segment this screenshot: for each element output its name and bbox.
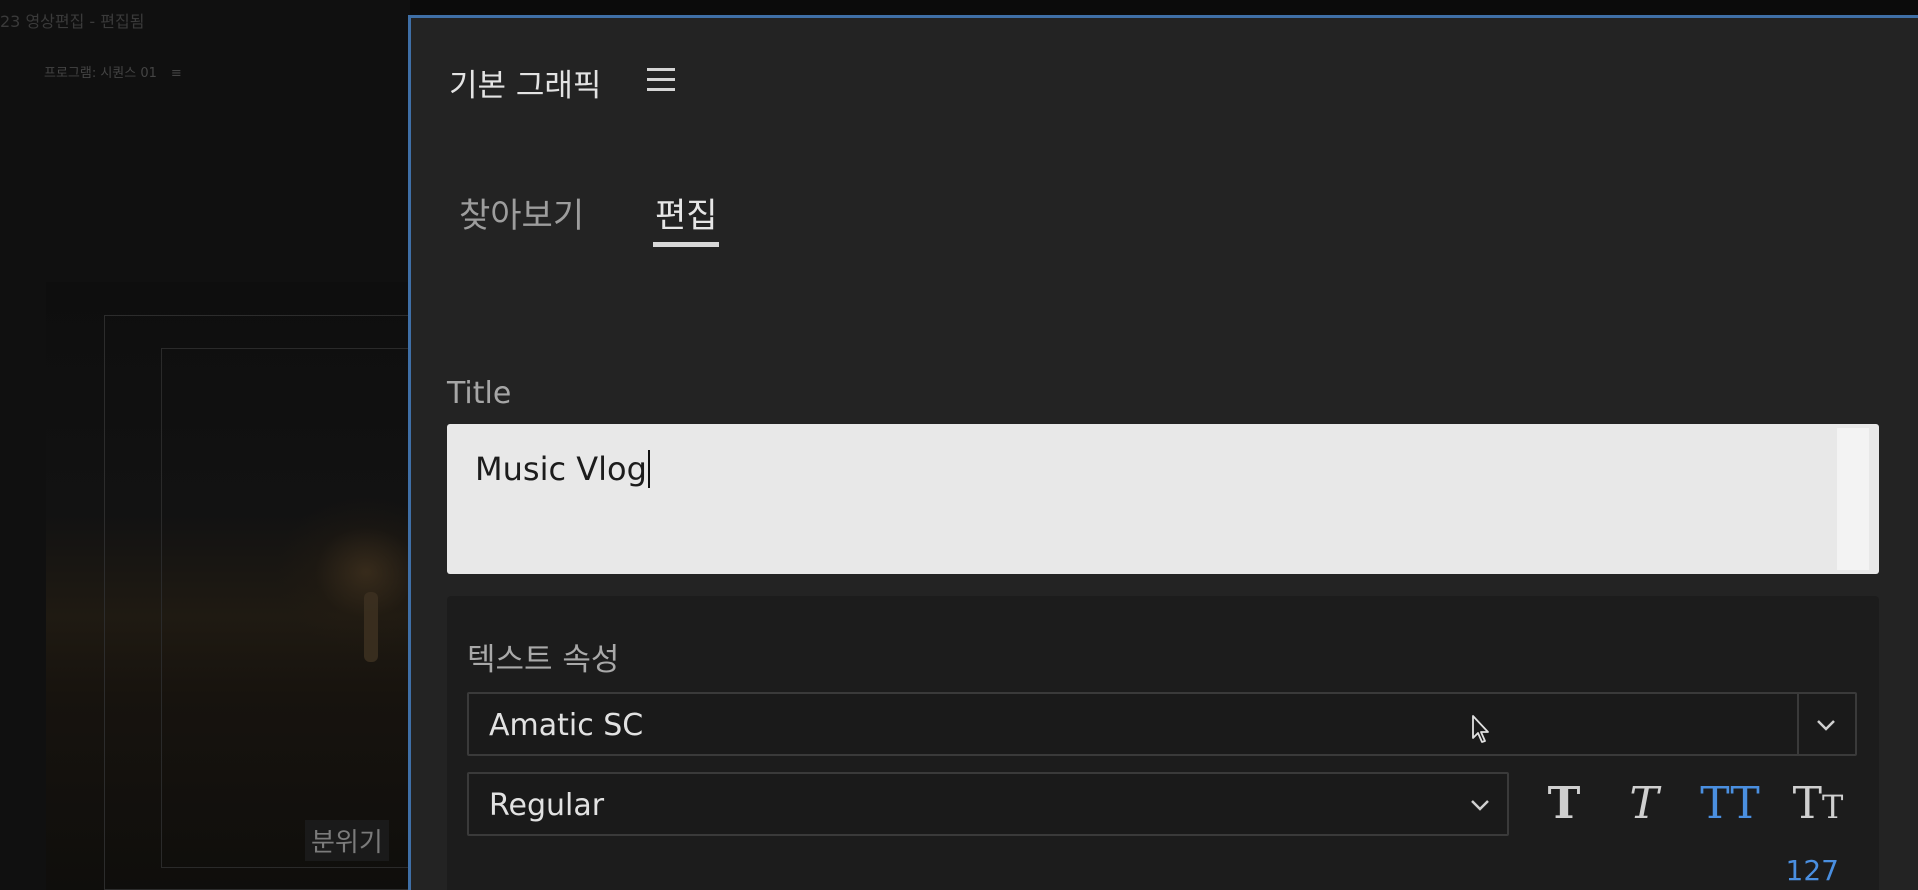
title-text-value: Music Vlog: [475, 450, 647, 488]
font-style-value: Regular: [489, 788, 605, 823]
input-scrollbar[interactable]: [1837, 428, 1869, 570]
text-caret: [647, 450, 650, 488]
chevron-down-icon[interactable]: [1813, 712, 1839, 738]
title-safe-margin: [161, 348, 410, 868]
text-properties-section: 텍스트 속성 Amatic SC Regular T T TT TT 127: [447, 596, 1879, 890]
tab-browse[interactable]: 찾아보기: [459, 188, 584, 237]
tab-edit[interactable]: 편집: [655, 188, 718, 237]
chevron-down-icon[interactable]: [1467, 792, 1493, 818]
panel-title: 기본 그래픽: [449, 68, 602, 104]
dropdown-divider: [1797, 694, 1799, 754]
window-title: 23 영상편집 - 편집됨: [0, 12, 145, 31]
all-caps-button[interactable]: TT: [1695, 772, 1765, 836]
faux-italic-button[interactable]: T: [1609, 772, 1679, 836]
mouse-pointer-icon: [1472, 715, 1489, 743]
program-monitor: 23 영상편집 - 편집됨 프로그램: 시퀀스 01 ≡ 분위기: [0, 0, 410, 890]
font-style-dropdown[interactable]: Regular: [467, 772, 1509, 836]
hamburger-icon[interactable]: [647, 68, 675, 92]
font-family-dropdown[interactable]: Amatic SC: [467, 692, 1857, 756]
small-caps-button[interactable]: TT: [1783, 772, 1853, 836]
active-tab-indicator: [653, 242, 719, 247]
kerning-value[interactable]: 127: [1786, 854, 1839, 887]
text-properties-header: 텍스트 속성: [467, 642, 620, 678]
font-family-value: Amatic SC: [489, 708, 644, 743]
hamburger-icon[interactable]: ≡: [171, 66, 182, 81]
essential-graphics-panel: 기본 그래픽 찾아보기 편집 Title Music Vlog 텍스트 속성 A…: [408, 15, 1918, 890]
title-field-label: Title: [447, 376, 512, 411]
faux-bold-button[interactable]: T: [1529, 772, 1599, 836]
program-tab-label: 프로그램: 시퀀스 01: [44, 66, 157, 81]
video-caption-text: 분위기: [305, 820, 389, 861]
title-text-input[interactable]: Music Vlog: [447, 424, 1879, 574]
program-monitor-tab[interactable]: 프로그램: 시퀀스 01 ≡: [44, 62, 182, 81]
